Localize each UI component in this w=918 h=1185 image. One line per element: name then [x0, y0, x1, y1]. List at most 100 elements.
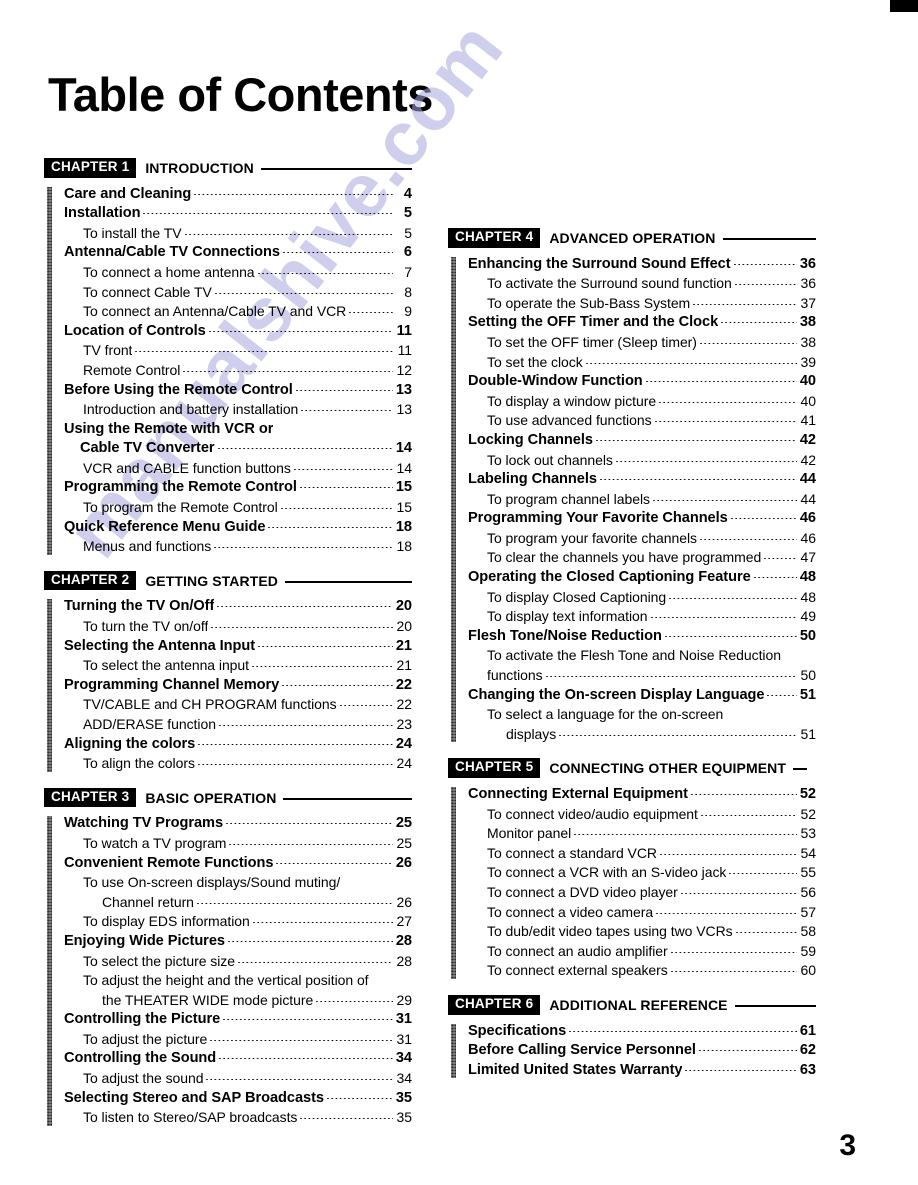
toc-entry-page-number: 5	[404, 224, 412, 241]
page-number: 3	[839, 1129, 856, 1162]
toc-entry[interactable]: To connect a video camera 57	[468, 903, 816, 923]
toc-entry[interactable]: To connect a VCR with an S-video jack 55	[468, 863, 816, 883]
toc-entry[interactable]: VCR and CABLE function buttons 14	[64, 459, 412, 479]
toc-entry[interactable]: To activate the Surround sound function 3…	[468, 274, 816, 294]
toc-entry[interactable]: Operating the Closed Captioning Feature 4…	[468, 568, 816, 588]
toc-entry[interactable]: To align the colors 24	[64, 754, 412, 774]
toc-entry[interactable]: Turning the TV On/Off 20	[64, 597, 412, 617]
toc-entry[interactable]: To program channel labels 44	[468, 490, 816, 510]
toc-entry[interactable]: Flesh Tone/Noise Reduction 50	[468, 627, 816, 647]
toc-entry[interactable]: Before Using the Remote Control 13	[64, 381, 412, 401]
toc-entry[interactable]: To connect video/audio equipment 52	[468, 805, 816, 825]
toc-entry[interactable]: the THEATER WIDE mode picture 29	[64, 991, 412, 1011]
section-side-bar	[451, 787, 456, 979]
toc-entry-label: Setting the OFF Timer and the Clock	[468, 314, 719, 331]
toc-entry[interactable]: Controlling the Sound 34	[64, 1049, 412, 1069]
toc-entry[interactable]: Watching TV Programs 25	[64, 814, 412, 834]
toc-entry[interactable]: To program your favorite channels 46	[468, 529, 816, 549]
toc-dot-leader	[143, 213, 393, 215]
chapter-header: CHAPTER 2 GETTING STARTED	[44, 570, 412, 591]
toc-entry[interactable]: Monitor panel 53	[468, 824, 816, 844]
toc-entry[interactable]: Location of Controls 11	[64, 322, 412, 342]
toc-entry[interactable]: To connect external speakers 60	[468, 961, 816, 981]
toc-entry[interactable]: To adjust the picture 31	[64, 1030, 412, 1050]
toc-entry[interactable]: Limited United States Warranty 63	[468, 1061, 816, 1081]
toc-entry[interactable]: Convenient Remote Functions 26	[64, 854, 412, 874]
toc-entry[interactable]: To connect Cable TV 8	[64, 283, 412, 303]
toc-entry[interactable]: Antenna/Cable TV Connections 6	[64, 243, 412, 263]
toc-entry[interactable]: To clear the channels you have programme…	[468, 548, 816, 568]
toc-entry[interactable]: displays 51	[468, 725, 816, 745]
toc-entry[interactable]: To select a language for the on-screen	[468, 705, 816, 725]
toc-entry[interactable]: Specifications 61	[468, 1022, 816, 1042]
toc-entry[interactable]: Using the Remote with VCR or	[64, 420, 412, 440]
toc-entry[interactable]: Labeling Channels 44	[468, 470, 816, 490]
toc-entry[interactable]: To set the OFF timer (Sleep timer) 38	[468, 333, 816, 353]
toc-entry[interactable]: Introduction and battery installation 13	[64, 400, 412, 420]
toc-entry[interactable]: Quick Reference Menu Guide 18	[64, 518, 412, 538]
toc-entry-page-number: 23	[396, 716, 413, 732]
toc-entry-label: To activate the Flesh Tone and Noise Red…	[487, 647, 781, 664]
toc-entry[interactable]: TV front 11	[64, 341, 412, 361]
toc-dot-leader	[198, 743, 393, 745]
chapter-rule	[283, 797, 412, 800]
toc-entry[interactable]: To connect a DVD video player 56	[468, 883, 816, 903]
toc-entry-label: Locking Channels	[468, 431, 593, 448]
toc-entry[interactable]: Remote Control 12	[64, 361, 412, 381]
toc-entry[interactable]: To display EDS information 27	[64, 912, 412, 932]
toc-entry[interactable]: To dub/edit video tapes using two VCRs 58	[468, 922, 816, 942]
toc-entry[interactable]: Changing the On-screen Display Language 5…	[468, 686, 816, 706]
toc-entry[interactable]: Programming Your Favorite Channels 46	[468, 509, 816, 529]
toc-entry[interactable]: Selecting the Antenna Input 21	[64, 637, 412, 657]
toc-entry[interactable]: Menus and functions 18	[64, 537, 412, 557]
toc-entry[interactable]: Enjoying Wide Pictures 28	[64, 932, 412, 952]
chapter-rule	[734, 1004, 816, 1007]
toc-entry[interactable]: Locking Channels 42	[468, 431, 816, 451]
toc-entry[interactable]: To display Closed Captioning 48	[468, 588, 816, 608]
toc-dot-leader	[656, 912, 797, 914]
toc-entry[interactable]: Installation 5	[64, 204, 412, 224]
toc-entry[interactable]: To listen to Stereo/SAP broadcasts 35	[64, 1108, 412, 1128]
toc-entry[interactable]: Aligning the colors 24	[64, 735, 412, 755]
toc-entry[interactable]: Connecting External Equipment 52	[468, 785, 816, 805]
toc-entry[interactable]: To connect an audio amplifier 59	[468, 942, 816, 962]
toc-entry[interactable]: To select the picture size 28	[64, 952, 412, 972]
toc-entry[interactable]: Before Calling Service Personnel 62	[468, 1041, 816, 1061]
toc-entry[interactable]: To connect a standard VCR 54	[468, 844, 816, 864]
toc-entry[interactable]: Channel return 26	[64, 893, 412, 913]
toc-entry[interactable]: To operate the Sub-Bass System 37	[468, 294, 816, 314]
toc-entry[interactable]: To use On-screen displays/Sound muting/	[64, 873, 412, 893]
toc-entry[interactable]: Double-Window Function 40	[468, 372, 816, 392]
toc-entry[interactable]: To adjust the sound 34	[64, 1069, 412, 1089]
toc-entry[interactable]: To lock out channels 42	[468, 451, 816, 471]
toc-entry[interactable]: ADD/ERASE function 23	[64, 715, 412, 735]
toc-entry[interactable]: Controlling the Picture 31	[64, 1010, 412, 1030]
toc-entry[interactable]: To set the clock 39	[468, 353, 816, 373]
toc-dot-leader	[670, 971, 797, 973]
toc-entry[interactable]: To program the Remote Control 15	[64, 498, 412, 518]
toc-entry[interactable]: To install the TV 5	[64, 224, 412, 244]
toc-entry-label: To connect external speakers	[487, 962, 668, 979]
toc-entry[interactable]: functions 50	[468, 666, 816, 686]
toc-entry[interactable]: To activate the Flesh Tone and Noise Red…	[468, 646, 816, 666]
toc-entry[interactable]: To use advanced functions 41	[468, 411, 816, 431]
toc-entry[interactable]: Setting the OFF Timer and the Clock 38	[468, 313, 816, 333]
toc-column-right: CHAPTER 4 ADVANCED OPERATION Enhancing the…	[448, 228, 816, 1094]
toc-entry[interactable]: Care and Cleaning 4	[64, 185, 412, 205]
toc-entry[interactable]: Enhancing the Surround Sound Effect 36	[468, 255, 816, 275]
toc-entry[interactable]: To turn the TV on/off 20	[64, 617, 412, 637]
toc-entry[interactable]: Cable TV Converter 14	[64, 439, 412, 459]
toc-entry-label: To connect a DVD video player	[487, 883, 678, 900]
toc-entry[interactable]: To connect a home antenna 7	[64, 263, 412, 283]
toc-entry[interactable]: Programming Channel Memory 22	[64, 676, 412, 696]
toc-entry[interactable]: To select the antenna input 21	[64, 656, 412, 676]
toc-entry[interactable]: To connect an Antenna/Cable TV and VCR 9	[64, 302, 412, 322]
toc-entry[interactable]: Selecting Stereo and SAP Broadcasts 35	[64, 1089, 412, 1109]
toc-entry[interactable]: TV/CABLE and CH PROGRAM functions 22	[64, 695, 412, 715]
toc-entry[interactable]: Programming the Remote Control 15	[64, 478, 412, 498]
toc-entry[interactable]: To display text information 49	[468, 607, 816, 627]
toc-entry[interactable]: To watch a TV program 25	[64, 834, 412, 854]
toc-entry[interactable]: To adjust the height and the vertical po…	[64, 971, 412, 991]
toc-entry-page-number: 50	[799, 627, 816, 644]
toc-entry[interactable]: To display a window picture 40	[468, 392, 816, 412]
